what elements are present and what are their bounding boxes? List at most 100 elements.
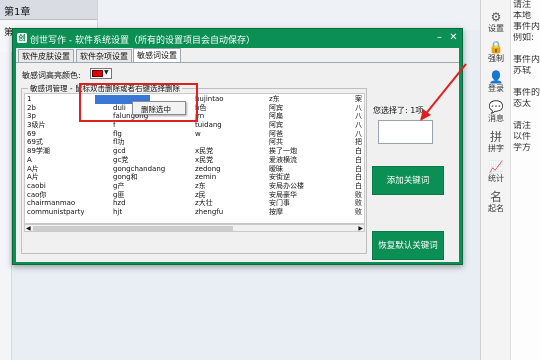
list-item[interactable]: 把 bbox=[355, 138, 362, 147]
restore-default-button[interactable]: 恢复默认关键词 bbox=[372, 231, 444, 260]
list-item[interactable]: chairmanmao bbox=[27, 199, 84, 208]
app-logo-icon: 创 bbox=[17, 33, 27, 43]
settings-label: 设置 bbox=[488, 24, 504, 33]
list-item[interactable]: f bbox=[113, 121, 165, 130]
list-item[interactable]: 89学潮 bbox=[27, 147, 84, 156]
list-item[interactable]: z民 bbox=[195, 191, 224, 200]
list-item[interactable]: 1 bbox=[27, 95, 84, 104]
list-item[interactable]: 挨了一炮 bbox=[269, 147, 304, 156]
list-item[interactable]: 安门事 bbox=[269, 199, 304, 208]
help-line bbox=[513, 77, 540, 88]
add-keyword-button[interactable]: 添加关键词 bbox=[372, 166, 444, 195]
list-item[interactable]: hujintao bbox=[195, 95, 224, 104]
tab-misc[interactable]: 软件杂项设置 bbox=[76, 49, 132, 62]
list-item[interactable]: 白 bbox=[355, 182, 362, 191]
minimize-icon[interactable]: – bbox=[434, 32, 445, 43]
list-item[interactable]: z东 bbox=[195, 182, 224, 191]
list-item[interactable]: 白 bbox=[355, 147, 362, 156]
list-item[interactable]: zedong bbox=[195, 165, 224, 174]
list-item[interactable]: 暧昧 bbox=[269, 165, 304, 174]
list-item[interactable]: gong和 bbox=[113, 173, 165, 182]
list-item[interactable]: cao你 bbox=[27, 191, 84, 200]
list-item[interactable]: 败 bbox=[355, 208, 362, 217]
list-item[interactable]: hzd bbox=[113, 199, 165, 208]
list-item[interactable]: h色 bbox=[195, 104, 224, 113]
scroll-right-icon[interactable]: ▶ bbox=[358, 225, 363, 232]
list-item[interactable]: zemin bbox=[195, 173, 224, 182]
list-item[interactable] bbox=[195, 138, 224, 147]
list-item[interactable]: 爱液横流 bbox=[269, 156, 304, 165]
list-item[interactable]: g产 bbox=[113, 182, 165, 191]
list-item[interactable]: 败 bbox=[355, 191, 362, 200]
list-item[interactable]: 白 bbox=[355, 173, 362, 182]
tab-skin[interactable]: 软件皮肤设置 bbox=[18, 49, 74, 62]
chapter-title[interactable]: 第1章 bbox=[0, 0, 97, 20]
list-item[interactable]: communistparty bbox=[27, 208, 84, 217]
list-item[interactable]: flg bbox=[113, 130, 165, 139]
list-item[interactable]: gc党 bbox=[113, 156, 165, 165]
list-item[interactable]: 安局豪华 bbox=[269, 191, 304, 200]
list-item[interactable]: A bbox=[27, 156, 84, 165]
list-item[interactable]: tuidang bbox=[195, 121, 224, 130]
list-item[interactable]: hjt bbox=[113, 208, 165, 217]
pinyin-tool[interactable]: 拼拼字 bbox=[481, 130, 511, 154]
login-tool[interactable]: 👤 登录 bbox=[481, 70, 511, 94]
list-item[interactable]: 八 bbox=[355, 112, 362, 121]
color-picker[interactable]: ▼ bbox=[90, 68, 112, 79]
list-item[interactable]: g匪 bbox=[113, 191, 165, 200]
list-item[interactable]: 白 bbox=[355, 156, 362, 165]
list-item[interactable]: jrn bbox=[195, 112, 224, 121]
dialog-title[interactable]: 创世写作 - 软件系统设置（所有的设置项目会自动保存） bbox=[13, 29, 462, 47]
list-item[interactable]: 阿宾 bbox=[269, 121, 304, 130]
stats-tool[interactable]: 📈 统计 bbox=[481, 160, 511, 184]
list-item[interactable]: A片 bbox=[27, 165, 84, 174]
list-item[interactable]: 69式 bbox=[27, 138, 84, 147]
list-item[interactable]: 案 bbox=[355, 95, 362, 104]
list-item[interactable]: 阿扁 bbox=[269, 112, 304, 121]
list-item[interactable]: 八 bbox=[355, 104, 362, 113]
list-item[interactable]: gcd bbox=[113, 147, 165, 156]
list-item[interactable]: 安街逆 bbox=[269, 173, 304, 182]
list-item[interactable]: fl功 bbox=[113, 138, 165, 147]
help-line: 事件内 bbox=[513, 55, 540, 65]
list-item[interactable]: 八 bbox=[355, 121, 362, 130]
list-item[interactable]: A片 bbox=[27, 173, 84, 182]
list-item[interactable]: 3级片 bbox=[27, 121, 84, 130]
list-item[interactable]: 阿共 bbox=[269, 138, 304, 147]
list-item[interactable]: caobi bbox=[27, 182, 84, 191]
gear-icon: ⚙ bbox=[490, 10, 502, 24]
list-item[interactable]: x民党 bbox=[195, 156, 224, 165]
scroll-left-icon[interactable]: ◀ bbox=[26, 225, 31, 232]
list-item[interactable]: zhengfu bbox=[195, 208, 224, 217]
list-item[interactable]: 按摩 bbox=[269, 208, 304, 217]
force-tool[interactable]: 🔒 强制 bbox=[481, 40, 511, 64]
help-line bbox=[513, 110, 540, 121]
settings-tool[interactable]: ⚙ 设置 bbox=[481, 10, 511, 34]
tab-sensitive-words[interactable]: 敏感词设置 bbox=[133, 48, 181, 62]
horizontal-scrollbar[interactable]: ◀ ▶ bbox=[24, 224, 365, 232]
message-tool[interactable]: 💬 消息 bbox=[481, 100, 511, 124]
list-item[interactable]: x民党 bbox=[195, 147, 224, 156]
naming-tool[interactable]: 名起名 bbox=[481, 190, 511, 214]
close-icon[interactable]: ✕ bbox=[448, 32, 459, 43]
editor-toolbar-area bbox=[98, 0, 480, 30]
list-item[interactable]: 阿宾 bbox=[269, 104, 304, 113]
list-item[interactable]: 3p bbox=[27, 112, 84, 121]
force-label: 强制 bbox=[488, 54, 504, 63]
list-item[interactable]: 败 bbox=[355, 199, 362, 208]
settings-dialog: 创世写作 - 软件系统设置（所有的设置项目会自动保存） 创 – ✕ 软件皮肤设置… bbox=[12, 28, 463, 265]
list-item[interactable]: 八 bbox=[355, 130, 362, 139]
list-item[interactable]: 2b bbox=[27, 104, 84, 113]
list-item[interactable]: gongchandang bbox=[113, 165, 165, 174]
list-item[interactable]: 阿爸 bbox=[269, 130, 304, 139]
list-item[interactable]: 69 bbox=[27, 130, 84, 139]
list-item[interactable]: 白 bbox=[355, 165, 362, 174]
scroll-thumb[interactable] bbox=[33, 226, 233, 231]
list-item[interactable]: 安局办公楼 bbox=[269, 182, 304, 191]
list-item[interactable]: w bbox=[195, 130, 224, 139]
keyword-input[interactable] bbox=[378, 120, 433, 144]
list-item[interactable]: z大壮 bbox=[195, 199, 224, 208]
list-item[interactable]: z东 bbox=[269, 95, 304, 104]
help-line: 请注 bbox=[513, 0, 532, 10]
highlight-color-label: 敏感词高亮颜色: bbox=[22, 71, 81, 80]
